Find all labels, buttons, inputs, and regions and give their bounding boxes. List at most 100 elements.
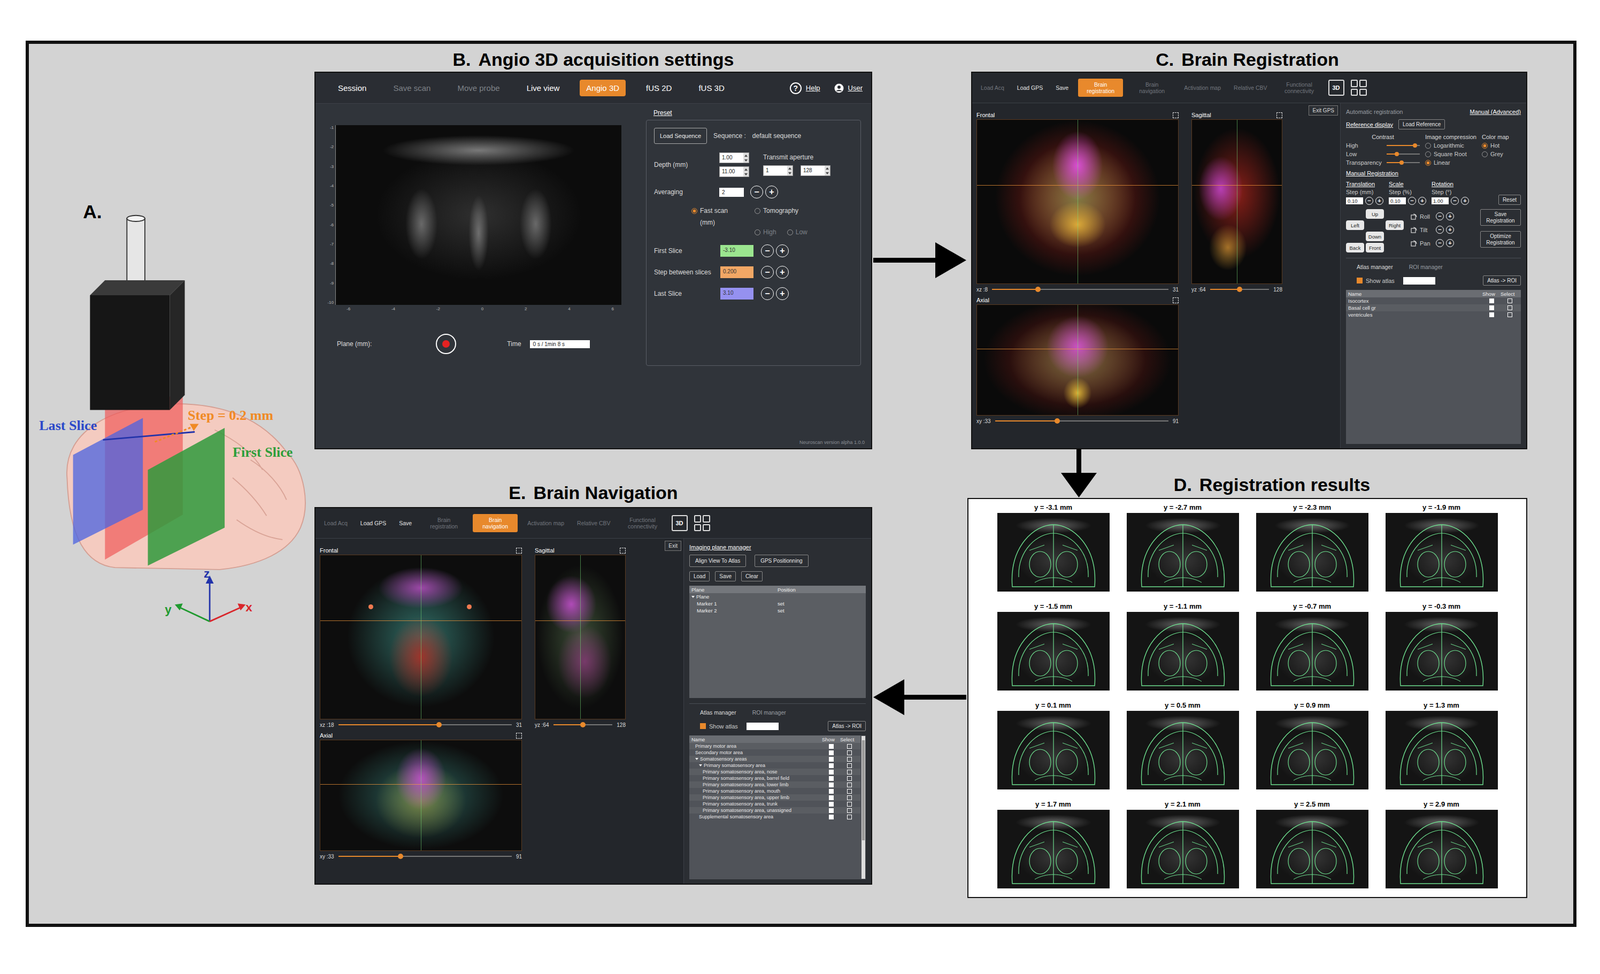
plus-button[interactable]: + [1445, 212, 1455, 221]
load-reference-button[interactable]: Load Reference [1398, 119, 1445, 130]
show-checkbox[interactable] [828, 788, 834, 794]
show-checkbox[interactable] [1489, 312, 1495, 318]
slider-track[interactable] [1386, 144, 1420, 146]
radio-option[interactable]: Tomography [754, 206, 799, 215]
select-checkbox[interactable] [847, 743, 852, 749]
slider-knob[interactable] [1399, 160, 1404, 165]
file-button[interactable]: Save [714, 571, 736, 582]
show-checkbox[interactable] [1489, 298, 1495, 304]
view-3d-icon[interactable]: 3D [671, 514, 688, 532]
slider-knob[interactable] [1035, 286, 1041, 292]
tab[interactable]: ROI manager [752, 708, 787, 717]
brain-image[interactable] [319, 739, 522, 851]
toolbar-button[interactable]: Brain registration [1078, 78, 1123, 97]
select-checkbox[interactable] [847, 808, 852, 813]
minus-button[interactable]: − [760, 265, 774, 279]
exit-button[interactable]: Exit [664, 540, 682, 551]
grid-layout-icon[interactable] [694, 514, 711, 532]
help-link[interactable]: Help [805, 83, 821, 92]
slider-track[interactable] [1386, 162, 1420, 164]
minus-button[interactable]: − [1408, 196, 1417, 205]
radio-option[interactable]: Fast scan [691, 206, 728, 215]
down-button[interactable]: Down [1365, 231, 1384, 242]
plus-button[interactable]: + [775, 287, 789, 300]
slider-knob[interactable] [580, 721, 586, 728]
plane-row[interactable]: Plane [689, 593, 866, 600]
exit-gps-button[interactable]: Exit GPS [1308, 105, 1338, 116]
brain-image[interactable] [1191, 119, 1283, 284]
select-checkbox[interactable] [847, 801, 852, 807]
select-checkbox[interactable] [1507, 312, 1513, 318]
slice-field[interactable]: -3.10 [720, 244, 754, 257]
select-checkbox[interactable] [847, 769, 852, 775]
align-button[interactable]: Align View To Atlas [689, 554, 746, 567]
slider-track[interactable] [1386, 153, 1420, 155]
show-checkbox[interactable] [828, 763, 834, 768]
show-atlas-checkbox[interactable] [700, 722, 706, 729]
file-button[interactable]: Clear [741, 571, 763, 582]
atlas-roi-button[interactable]: Atlas -> ROI [827, 720, 866, 732]
atlas-field[interactable] [746, 722, 779, 730]
toolbar-button[interactable]: Load Acq [320, 517, 351, 529]
marker-dot[interactable] [368, 604, 374, 610]
select-checkbox[interactable] [847, 782, 852, 788]
plus-button[interactable]: + [765, 185, 779, 199]
toolbar-button[interactable]: Save [1052, 81, 1072, 94]
toolbar-button[interactable]: Load GPS [357, 517, 390, 529]
expand-icon[interactable] [516, 547, 522, 554]
menu-item[interactable]: Angio 3D [579, 79, 626, 97]
tab[interactable]: ROI manager [1409, 262, 1443, 272]
atlas-row[interactable]: ventricules [1345, 311, 1521, 319]
up-button[interactable]: Up [1365, 209, 1384, 219]
grid-layout-icon[interactable] [1350, 79, 1367, 96]
toolbar-button[interactable]: Load Acq [977, 81, 1008, 94]
plus-button[interactable]: + [775, 265, 789, 279]
select-checkbox[interactable] [847, 756, 852, 762]
expand-icon[interactable] [619, 547, 626, 554]
slider-knob[interactable] [1054, 418, 1060, 424]
averaging-field[interactable]: 2 [719, 187, 744, 197]
record-button[interactable] [435, 333, 457, 355]
minus-button[interactable]: − [750, 185, 764, 199]
radio-option[interactable]: High [754, 228, 777, 236]
atlas-row[interactable]: Somatosensory areas [689, 755, 861, 763]
brain-image[interactable] [976, 304, 1179, 416]
plus-button[interactable]: + [1460, 196, 1469, 205]
load-sequence-button[interactable]: Load Sequence [654, 127, 707, 144]
back-button[interactable]: Back [1345, 242, 1365, 253]
select-checkbox[interactable] [847, 788, 852, 794]
plane-row[interactable]: Marker 1 set [689, 600, 866, 607]
select-checkbox[interactable] [847, 763, 852, 768]
select-checkbox[interactable] [1507, 298, 1513, 304]
atlas-row[interactable]: Primary somatosensory area, trunk [689, 800, 861, 807]
tab[interactable]: Atlas manager [700, 708, 737, 717]
toolbar-button[interactable]: Functional connectivity [1277, 78, 1322, 97]
select-checkbox[interactable] [847, 814, 852, 820]
registration-mode[interactable]: Manual (Advanced) [1470, 108, 1521, 115]
radio-option[interactable]: Low [787, 228, 808, 236]
show-atlas-checkbox[interactable] [1356, 277, 1363, 284]
atlas-row[interactable]: Isocortex [1345, 297, 1521, 305]
minus-button[interactable]: − [1435, 239, 1444, 248]
atlas-row[interactable]: Supplemental somatosensory area [689, 813, 861, 820]
preset-link[interactable]: Preset [653, 109, 861, 117]
expand-icon[interactable] [516, 732, 522, 739]
show-checkbox[interactable] [828, 750, 834, 756]
minus-button[interactable]: − [1435, 212, 1444, 221]
expand-icon[interactable] [691, 595, 695, 598]
toolbar-button[interactable]: Activation map [524, 517, 568, 529]
plus-button[interactable]: + [775, 244, 789, 258]
slice-field[interactable]: 3.10 [720, 287, 754, 300]
step-field[interactable]: 1.00 [1431, 197, 1449, 205]
atlas-field[interactable] [1403, 277, 1436, 285]
show-checkbox[interactable] [828, 782, 834, 788]
toolbar-button[interactable]: Activation map [1180, 81, 1225, 94]
minus-button[interactable]: − [1435, 225, 1444, 234]
depth-field[interactable]: 11.00 [719, 166, 750, 178]
right-button[interactable]: Right [1385, 220, 1404, 230]
toolbar-button[interactable]: Brain registration [421, 513, 467, 533]
tab[interactable]: Atlas manager [1356, 262, 1394, 272]
minus-button[interactable]: − [760, 287, 774, 300]
registration-mode[interactable]: Automatic registration [1345, 108, 1403, 115]
show-checkbox[interactable] [828, 808, 834, 813]
